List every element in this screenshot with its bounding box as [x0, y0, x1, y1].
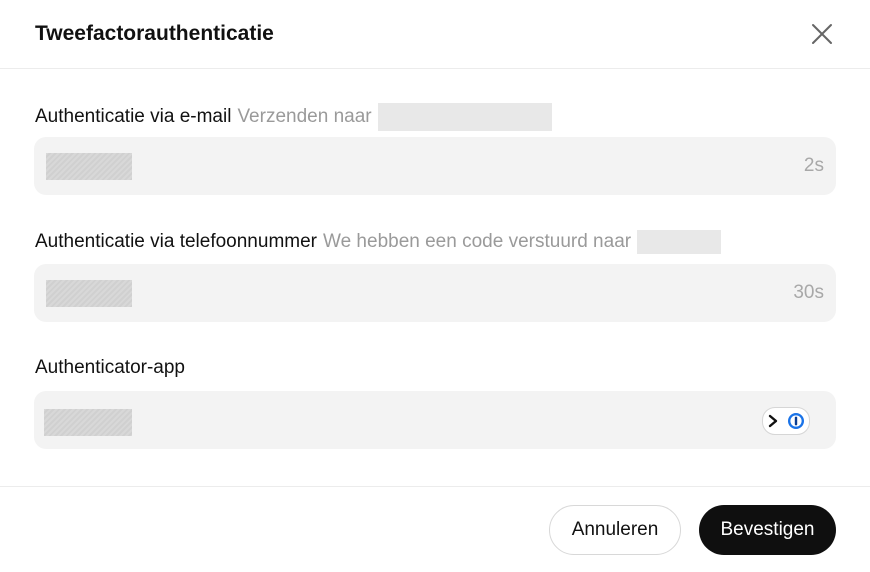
app-label: Authenticator-app [35, 357, 185, 378]
phone-code-field: 30s [34, 264, 836, 322]
email-label: Authenticatie via e-mail [35, 106, 232, 127]
email-code-input[interactable] [46, 153, 132, 180]
phone-label: Authenticatie via telefoonnummer [35, 231, 317, 252]
app-code-field [34, 391, 836, 449]
two-factor-dialog: Tweefactorauthenticatie Authenticatie vi… [0, 0, 870, 572]
close-button[interactable] [810, 22, 834, 46]
password-manager-icon [787, 413, 804, 429]
app-section-label: Authenticator-app [35, 357, 185, 379]
phone-section-label: Authenticatie via telefoonnummer We hebb… [35, 230, 722, 254]
email-section-label: Authenticatie via e-mail Verzenden naar [35, 103, 552, 131]
redacted-phone [637, 230, 722, 254]
email-resend-timer: 2s [803, 155, 824, 176]
dialog-title: Tweefactorauthenticatie [35, 22, 274, 45]
cancel-button[interactable]: Annuleren [549, 505, 681, 555]
close-icon [812, 24, 832, 44]
password-manager-button[interactable] [762, 407, 810, 435]
dialog-footer: Annuleren Bevestigen [0, 486, 870, 572]
phone-code-input[interactable] [46, 280, 132, 307]
chevron-right-icon [768, 414, 777, 428]
app-code-input[interactable] [44, 409, 132, 436]
confirm-button[interactable]: Bevestigen [699, 505, 836, 555]
redacted-email [377, 103, 552, 131]
phone-hint: We hebben een code verstuurd naar [323, 231, 632, 252]
phone-resend-timer: 30s [793, 282, 824, 303]
email-hint: Verzenden naar [237, 106, 372, 127]
email-code-field: 2s [34, 137, 836, 195]
dialog-header: Tweefactorauthenticatie [0, 0, 870, 69]
